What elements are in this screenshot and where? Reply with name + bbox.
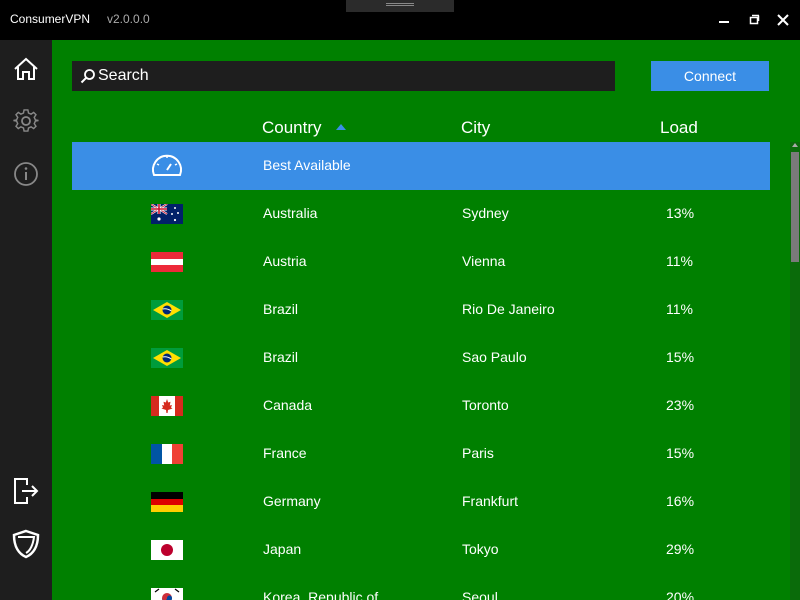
server-load: 11% — [666, 301, 693, 317]
server-row[interactable]: Brazil Rio De Janeiro 11% — [72, 286, 770, 334]
search-box[interactable] — [72, 61, 615, 91]
server-row-best-available[interactable]: Best Available — [72, 142, 770, 190]
brazil-flag-icon — [151, 300, 183, 320]
sidebar-item-shield[interactable] — [12, 529, 40, 559]
shield-icon — [12, 529, 40, 559]
server-load: 23% — [666, 397, 695, 413]
city-name: Toronto — [462, 397, 509, 413]
brazil-flag-icon — [151, 348, 183, 368]
server-row[interactable]: Japan Tokyo 29% — [72, 526, 770, 574]
grip-icon — [386, 3, 414, 6]
close-icon — [777, 14, 789, 26]
country-name: Korea, Republic of — [263, 589, 379, 600]
drag-handle[interactable] — [346, 0, 454, 12]
maximize-button[interactable] — [744, 10, 764, 30]
server-row[interactable]: Austria Vienna 11% — [72, 238, 770, 286]
server-row[interactable]: France Paris 15% — [72, 430, 770, 478]
server-load: 29% — [666, 541, 695, 557]
south-korea-flag-icon — [151, 588, 183, 600]
canada-flag-icon — [151, 396, 183, 416]
sidebar-item-info[interactable] — [12, 160, 40, 188]
server-load: 13% — [666, 205, 695, 221]
city-name: Frankfurt — [462, 493, 519, 509]
column-header-city[interactable]: City — [461, 118, 490, 138]
close-button[interactable] — [773, 10, 793, 30]
country-name: Best Available — [263, 157, 351, 173]
server-row[interactable]: Canada Toronto 23% — [72, 382, 770, 430]
list-scrollbar[interactable] — [790, 142, 800, 600]
server-row[interactable]: Germany Frankfurt 16% — [72, 478, 770, 526]
country-name: Australia — [263, 205, 318, 221]
search-icon — [80, 69, 95, 84]
server-row[interactable]: Brazil Sao Paulo 15% — [72, 334, 770, 382]
home-icon — [14, 57, 38, 80]
server-load: 16% — [666, 493, 695, 509]
country-name: Germany — [263, 493, 321, 509]
city-name: Paris — [462, 445, 494, 461]
minimize-button[interactable] — [714, 10, 734, 30]
search-input[interactable] — [98, 61, 608, 91]
logout-icon — [14, 478, 39, 504]
title-bar: ConsumerVPN v2.0.0.0 — [0, 0, 800, 40]
app-title: ConsumerVPN — [10, 12, 91, 26]
server-load: 15% — [666, 445, 695, 461]
sidebar — [0, 40, 52, 600]
country-name: Brazil — [263, 301, 299, 317]
country-name: Japan — [263, 541, 302, 557]
japan-flag-icon — [151, 540, 183, 560]
server-load: 11% — [666, 253, 693, 269]
country-name: Austria — [263, 253, 307, 269]
server-row[interactable]: Australia Sydney 13% — [72, 190, 770, 238]
austria-flag-icon — [151, 252, 183, 272]
germany-flag-icon — [151, 492, 183, 512]
city-name: Sydney — [462, 205, 509, 221]
sidebar-item-settings[interactable] — [12, 107, 40, 135]
server-load: 15% — [666, 349, 695, 365]
sidebar-item-home[interactable] — [12, 55, 40, 83]
country-name: Brazil — [263, 349, 299, 365]
minimize-icon — [719, 21, 729, 23]
gear-icon — [13, 109, 39, 132]
server-row[interactable]: Korea, Republic of Seoul 20% — [72, 574, 770, 600]
info-icon — [14, 162, 38, 186]
column-header-country[interactable]: Country — [262, 118, 322, 138]
server-load: 20% — [666, 589, 695, 600]
city-name: Sao Paulo — [462, 349, 527, 365]
server-list: Best Available Australia Sydney 13% Aust… — [72, 142, 770, 600]
sidebar-item-logout[interactable] — [12, 477, 40, 505]
speedometer-icon — [150, 151, 184, 181]
app-version: v2.0.0.0 — [107, 12, 150, 26]
france-flag-icon — [151, 444, 183, 464]
australia-flag-icon — [151, 204, 183, 224]
maximize-icon — [749, 14, 760, 25]
city-name: Tokyo — [462, 541, 499, 557]
country-name: France — [263, 445, 307, 461]
city-name: Rio De Janeiro — [462, 301, 555, 317]
connect-button[interactable]: Connect — [651, 61, 769, 91]
column-header-load[interactable]: Load — [660, 118, 698, 138]
scroll-thumb[interactable] — [791, 152, 799, 262]
city-name: Vienna — [462, 253, 506, 269]
scroll-up-icon[interactable] — [792, 143, 798, 147]
city-name: Seoul — [462, 589, 498, 600]
country-name: Canada — [263, 397, 313, 413]
sort-ascending-icon — [336, 124, 346, 130]
